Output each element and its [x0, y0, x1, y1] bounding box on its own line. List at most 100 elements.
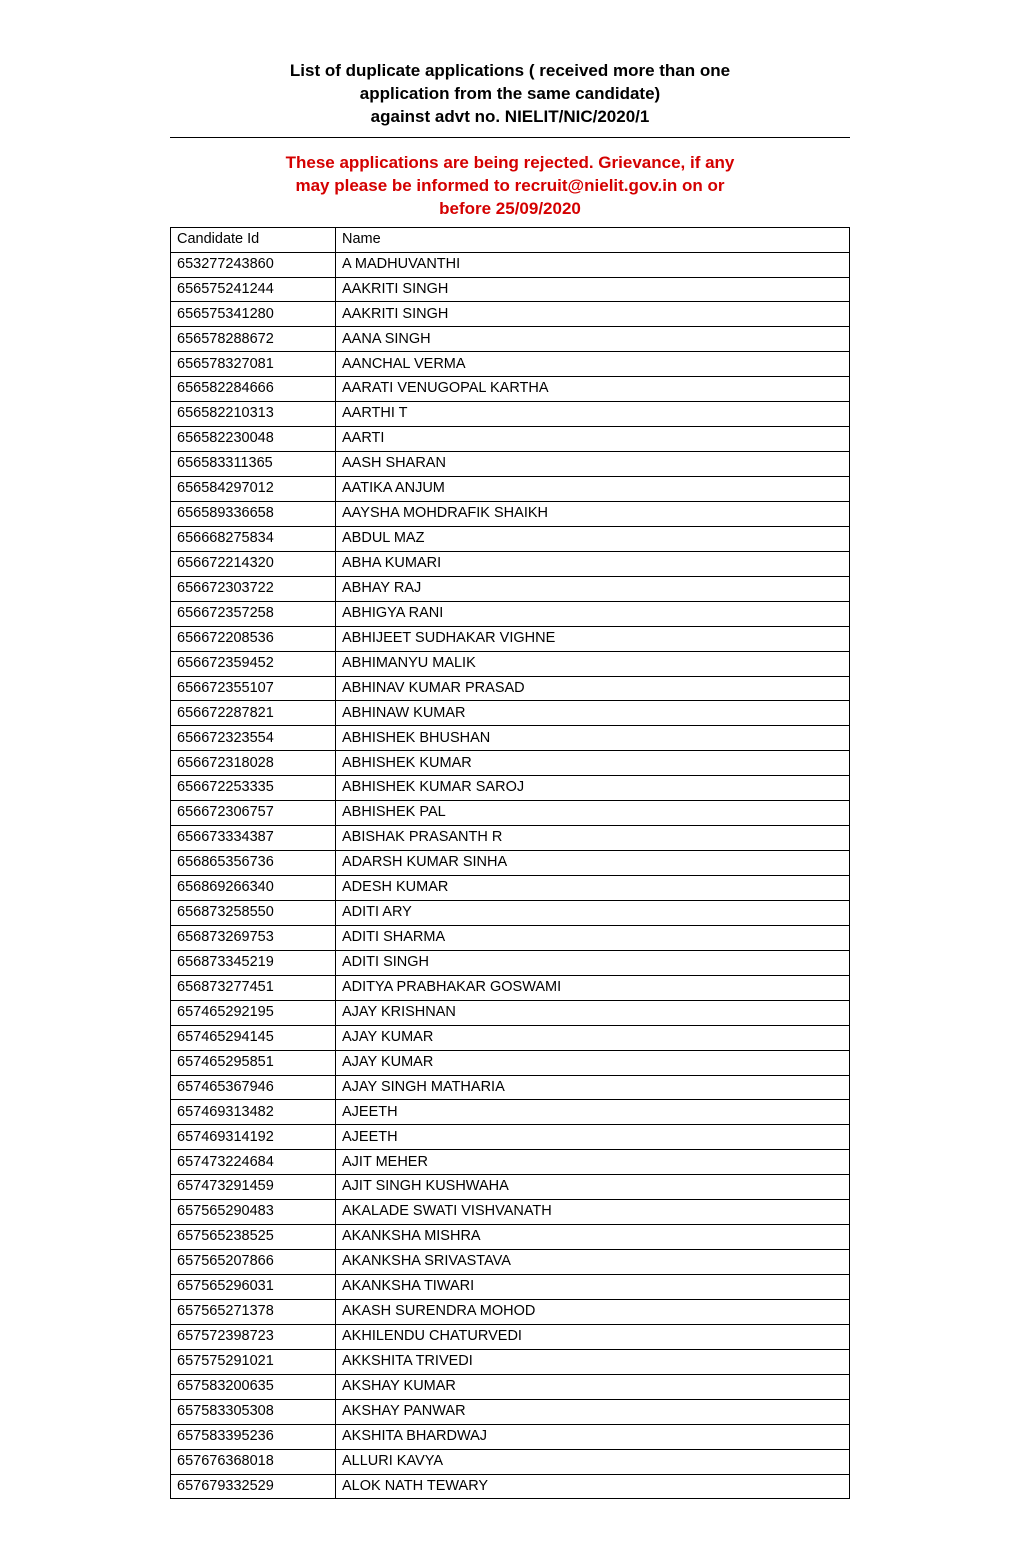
- table-row: 657575291021AKKSHITA TRIVEDI: [171, 1349, 850, 1374]
- cell-name: AJIT MEHER: [336, 1150, 850, 1175]
- table-row: 656873345219ADITI SINGH: [171, 950, 850, 975]
- notice-line-1: These applications are being rejected. G…: [170, 152, 850, 175]
- cell-candidate-id: 657572398723: [171, 1324, 336, 1349]
- cell-candidate-id: 656672214320: [171, 551, 336, 576]
- cell-candidate-id: 656672318028: [171, 751, 336, 776]
- cell-name: ABHISHEK BHUSHAN: [336, 726, 850, 751]
- cell-candidate-id: 657565238525: [171, 1225, 336, 1250]
- table-row: 656873277451ADITYA PRABHAKAR GOSWAMI: [171, 975, 850, 1000]
- cell-name: ABHISHEK KUMAR: [336, 751, 850, 776]
- table-row: 657565290483AKALADE SWATI VISHVANATH: [171, 1200, 850, 1225]
- cell-name: ADITI ARY: [336, 900, 850, 925]
- table-row: 657565207866AKANKSHA SRIVASTAVA: [171, 1250, 850, 1275]
- cell-name: AAKRITI SINGH: [336, 277, 850, 302]
- cell-candidate-id: 656873258550: [171, 900, 336, 925]
- cell-candidate-id: 656672287821: [171, 701, 336, 726]
- table-row: 657469314192AJEETH: [171, 1125, 850, 1150]
- table-row: 656672359452ABHIMANYU MALIK: [171, 651, 850, 676]
- table-row: 656672306757ABHISHEK PAL: [171, 801, 850, 826]
- table-row: 656873258550ADITI ARY: [171, 900, 850, 925]
- table-header-row: Candidate Id Name: [171, 227, 850, 252]
- table-row: 656578288672AANA SINGH: [171, 327, 850, 352]
- header-candidate-id: Candidate Id: [171, 227, 336, 252]
- cell-name: ABHISHEK KUMAR SAROJ: [336, 776, 850, 801]
- cell-candidate-id: 656582210313: [171, 402, 336, 427]
- cell-candidate-id: 657473224684: [171, 1150, 336, 1175]
- cell-candidate-id: 657575291021: [171, 1349, 336, 1374]
- cell-candidate-id: 656575341280: [171, 302, 336, 327]
- cell-name: AJEETH: [336, 1125, 850, 1150]
- table-row: 656589336658AAYSHA MOHDRAFIK SHAIKH: [171, 501, 850, 526]
- table-row: 657676368018ALLURI KAVYA: [171, 1449, 850, 1474]
- document-title-block: List of duplicate applications ( receive…: [170, 60, 850, 129]
- cell-name: AKSHITA BHARDWAJ: [336, 1424, 850, 1449]
- cell-name: A MADHUVANTHI: [336, 252, 850, 277]
- table-row: 656582230048AARTI: [171, 427, 850, 452]
- cell-name: AARTI: [336, 427, 850, 452]
- table-row: 657583200635AKSHAY KUMAR: [171, 1374, 850, 1399]
- cell-name: AJAY KRISHNAN: [336, 1000, 850, 1025]
- cell-candidate-id: 657469314192: [171, 1125, 336, 1150]
- cell-name: AJAY KUMAR: [336, 1050, 850, 1075]
- cell-candidate-id: 653277243860: [171, 252, 336, 277]
- cell-candidate-id: 656575241244: [171, 277, 336, 302]
- notice-line-2: may please be informed to recruit@nielit…: [170, 175, 850, 198]
- cell-name: ADITI SINGH: [336, 950, 850, 975]
- cell-name: AANA SINGH: [336, 327, 850, 352]
- table-row: 656575241244AAKRITI SINGH: [171, 277, 850, 302]
- cell-name: ALOK NATH TEWARY: [336, 1474, 850, 1499]
- table-row: 656672208536ABHIJEET SUDHAKAR VIGHNE: [171, 626, 850, 651]
- cell-candidate-id: 656873277451: [171, 975, 336, 1000]
- rejection-notice-block: These applications are being rejected. G…: [170, 152, 850, 221]
- cell-name: AJAY SINGH MATHARIA: [336, 1075, 850, 1100]
- table-row: 657465295851AJAY KUMAR: [171, 1050, 850, 1075]
- cell-candidate-id: 656873345219: [171, 950, 336, 975]
- cell-candidate-id: 657465292195: [171, 1000, 336, 1025]
- cell-name: ALLURI KAVYA: [336, 1449, 850, 1474]
- table-row: 657583305308AKSHAY PANWAR: [171, 1399, 850, 1424]
- table-row: 656672253335ABHISHEK KUMAR SAROJ: [171, 776, 850, 801]
- cell-name: AATIKA ANJUM: [336, 477, 850, 502]
- cell-name: ABHINAW KUMAR: [336, 701, 850, 726]
- cell-candidate-id: 657473291459: [171, 1175, 336, 1200]
- table-row: 656582284666AARATI VENUGOPAL KARTHA: [171, 377, 850, 402]
- cell-name: AARTHI T: [336, 402, 850, 427]
- table-row: 657565296031AKANKSHA TIWARI: [171, 1275, 850, 1300]
- cell-name: ABHINAV KUMAR PRASAD: [336, 676, 850, 701]
- cell-candidate-id: 656582230048: [171, 427, 336, 452]
- cell-candidate-id: 656582284666: [171, 377, 336, 402]
- cell-name: AKSHAY KUMAR: [336, 1374, 850, 1399]
- title-underline: [170, 137, 850, 138]
- cell-candidate-id: 656578327081: [171, 352, 336, 377]
- cell-name: ABHIMANYU MALIK: [336, 651, 850, 676]
- table-row: 656672287821ABHINAW KUMAR: [171, 701, 850, 726]
- cell-candidate-id: 656869266340: [171, 876, 336, 901]
- cell-name: ADARSH KUMAR SINHA: [336, 851, 850, 876]
- cell-candidate-id: 656584297012: [171, 477, 336, 502]
- cell-name: AJAY KUMAR: [336, 1025, 850, 1050]
- cell-name: AARATI VENUGOPAL KARTHA: [336, 377, 850, 402]
- cell-name: AASH SHARAN: [336, 452, 850, 477]
- header-name: Name: [336, 227, 850, 252]
- cell-candidate-id: 657465294145: [171, 1025, 336, 1050]
- cell-name: AJEETH: [336, 1100, 850, 1125]
- table-row: 656583311365AASH SHARAN: [171, 452, 850, 477]
- table-row: 657465294145AJAY KUMAR: [171, 1025, 850, 1050]
- table-row: 656584297012AATIKA ANJUM: [171, 477, 850, 502]
- cell-candidate-id: 656672306757: [171, 801, 336, 826]
- cell-candidate-id: 657465295851: [171, 1050, 336, 1075]
- cell-candidate-id: 657676368018: [171, 1449, 336, 1474]
- cell-name: ABHIJEET SUDHAKAR VIGHNE: [336, 626, 850, 651]
- cell-candidate-id: 657679332529: [171, 1474, 336, 1499]
- cell-name: AKALADE SWATI VISHVANATH: [336, 1200, 850, 1225]
- cell-name: ABISHAK PRASANTH R: [336, 826, 850, 851]
- cell-candidate-id: 656589336658: [171, 501, 336, 526]
- table-row: 656672303722ABHAY RAJ: [171, 576, 850, 601]
- cell-name: AJIT SINGH KUSHWAHA: [336, 1175, 850, 1200]
- cell-candidate-id: 657565207866: [171, 1250, 336, 1275]
- cell-candidate-id: 656873269753: [171, 925, 336, 950]
- table-row: 656672355107ABHINAV KUMAR PRASAD: [171, 676, 850, 701]
- cell-candidate-id: 656672323554: [171, 726, 336, 751]
- table-row: 657679332529ALOK NATH TEWARY: [171, 1474, 850, 1499]
- table-row: 657565271378AKASH SURENDRA MOHOD: [171, 1299, 850, 1324]
